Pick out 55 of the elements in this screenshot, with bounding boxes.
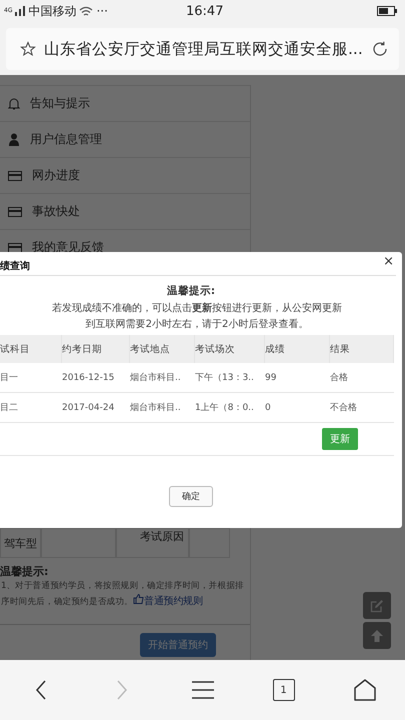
table-cell: 烟台市科目.. bbox=[130, 393, 195, 423]
column-header: 成绩 bbox=[265, 335, 330, 363]
page-title: 山东省公安厅交通管理局互联网交通安全服... bbox=[44, 38, 363, 60]
table-cell: 目二 bbox=[0, 393, 62, 423]
menu-item[interactable]: 事故快处 bbox=[0, 194, 250, 230]
table-cell: 2017-04-24 bbox=[62, 393, 130, 423]
notice-text: 1、对于普通预约学员，将按照规则，确定排序时间，并根据排序时间先后，确定预约是否成功。 普通预约规则 bbox=[0, 580, 245, 609]
table-cell: 2016-12-15 bbox=[62, 363, 130, 393]
table-cell: 驾车型 bbox=[0, 528, 41, 558]
table-cell: 考试原因 bbox=[116, 528, 189, 558]
edit-icon bbox=[370, 598, 384, 612]
menu-item[interactable]: 告知与提示 bbox=[0, 85, 250, 122]
notice-title: 温馨提示: bbox=[0, 564, 50, 579]
home-icon[interactable] bbox=[354, 679, 376, 701]
address-bar[interactable]: 山东省公安厅交通管理局互联网交通安全服... bbox=[6, 28, 399, 70]
table-cell: 0 bbox=[265, 393, 330, 423]
table-cell: 烟台市科目.. bbox=[130, 363, 195, 393]
battery-icon bbox=[377, 6, 397, 16]
ok-button[interactable]: 确定 bbox=[169, 486, 213, 507]
notice-title: 温馨提示: bbox=[166, 284, 216, 298]
column-header: 考试场次 bbox=[195, 335, 265, 363]
column-header: 结果 bbox=[330, 335, 394, 363]
table-cell: 目一 bbox=[0, 363, 62, 393]
start-booking-button[interactable]: 开始普通预约 bbox=[140, 633, 216, 657]
close-button[interactable]: × bbox=[381, 255, 396, 268]
table-cell bbox=[189, 528, 230, 558]
menu-item[interactable]: 网办进度 bbox=[0, 158, 250, 194]
thumbs-up-icon bbox=[133, 594, 144, 604]
refresh-icon[interactable] bbox=[371, 40, 389, 58]
bell-icon bbox=[8, 97, 20, 110]
column-header: 考试地点 bbox=[130, 335, 195, 363]
user-icon bbox=[8, 133, 20, 146]
column-header: 约考日期 bbox=[62, 335, 130, 363]
carrier-name: 中国移动 bbox=[28, 2, 76, 20]
card-icon bbox=[8, 206, 22, 217]
back-icon[interactable] bbox=[34, 680, 46, 700]
table-cell: 不合格 bbox=[330, 393, 394, 423]
column-header: 试科目 bbox=[0, 335, 62, 363]
tabs-button[interactable]: 1 bbox=[272, 679, 294, 701]
rules-link[interactable]: 普通预约规则 bbox=[133, 596, 203, 607]
update-button[interactable]: 更新 bbox=[322, 428, 358, 450]
table-cell: 合格 bbox=[330, 363, 394, 393]
wifi-icon bbox=[79, 6, 94, 16]
arrow-up-icon bbox=[370, 628, 384, 642]
table-cell: 下午（13：3.. bbox=[195, 363, 265, 393]
star-icon[interactable] bbox=[20, 41, 36, 57]
table-cell: 1上午（8：0.. bbox=[195, 393, 265, 423]
menu-item[interactable]: 用户信息管理 bbox=[0, 122, 250, 158]
table-cell: 99 bbox=[265, 363, 330, 393]
signal-icon bbox=[15, 6, 26, 16]
more-text: ··· bbox=[96, 4, 108, 18]
clock-time: 16:47 bbox=[186, 4, 224, 18]
card-icon bbox=[8, 170, 22, 181]
menu-icon[interactable] bbox=[192, 680, 214, 700]
notice-text: 若发现成绩不准确的，可以点击更新按钮进行更新，从公安网更新到互联网需要2小时左右，请于2小时后登录查看。 bbox=[52, 301, 342, 332]
